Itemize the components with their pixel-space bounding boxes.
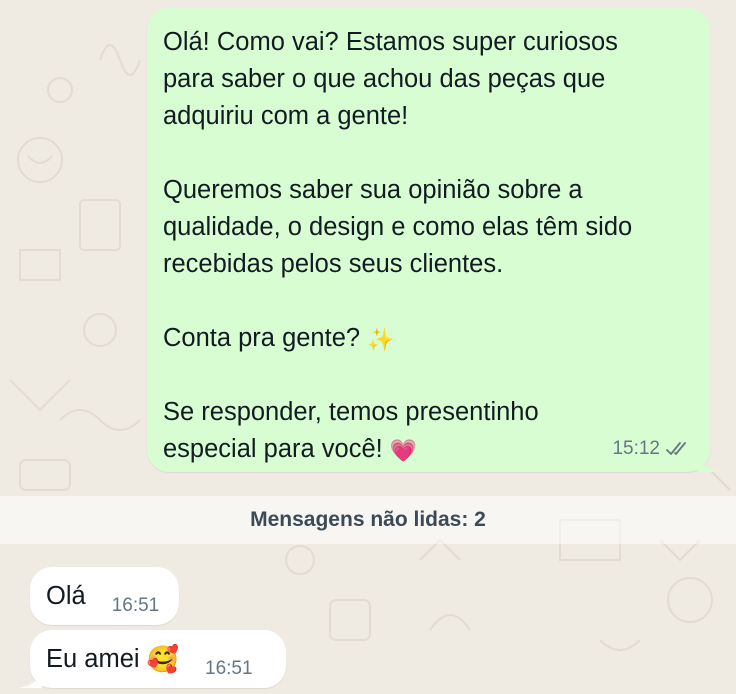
message-paragraph: Se responder, temos presentinho especial…: [163, 398, 539, 463]
message-text: Olá: [46, 581, 86, 610]
chat-area[interactable]: Olá! Como vai? Estamos super curiosos pa…: [0, 0, 736, 694]
pink-heart-emoji: 💗: [389, 438, 418, 463]
message-time: 16:51: [205, 658, 253, 679]
outgoing-message-bubble[interactable]: Olá! Como vai? Estamos super curiosos pa…: [147, 8, 722, 472]
message-meta: 15:12: [612, 438, 692, 460]
incoming-message-bubble[interactable]: Eu amei 🥰 16:51: [18, 630, 286, 688]
message-paragraph: Queremos saber sua opinião sobre a quali…: [163, 176, 633, 278]
message-text: Eu amei 🥰: [46, 643, 180, 674]
incoming-message-bubble[interactable]: Olá 16:51: [30, 567, 179, 625]
message-time: 15:12: [612, 438, 660, 459]
double-check-icon: [666, 442, 686, 455]
bubble-tail: [698, 450, 722, 472]
message-paragraph: Conta pra gente? ✨: [163, 324, 395, 352]
message-time: 16:51: [111, 595, 160, 616]
unread-messages-divider: Mensagens não lidas: 2: [0, 496, 736, 544]
smiling-face-with-hearts-emoji: 🥰: [146, 643, 180, 674]
bubble-tail: [18, 666, 42, 688]
unread-messages-label: Mensagens não lidas: 2: [250, 508, 486, 531]
message-paragraph: Olá! Como vai? Estamos super curiosos pa…: [163, 28, 618, 130]
sparkles-emoji: ✨: [367, 327, 395, 352]
